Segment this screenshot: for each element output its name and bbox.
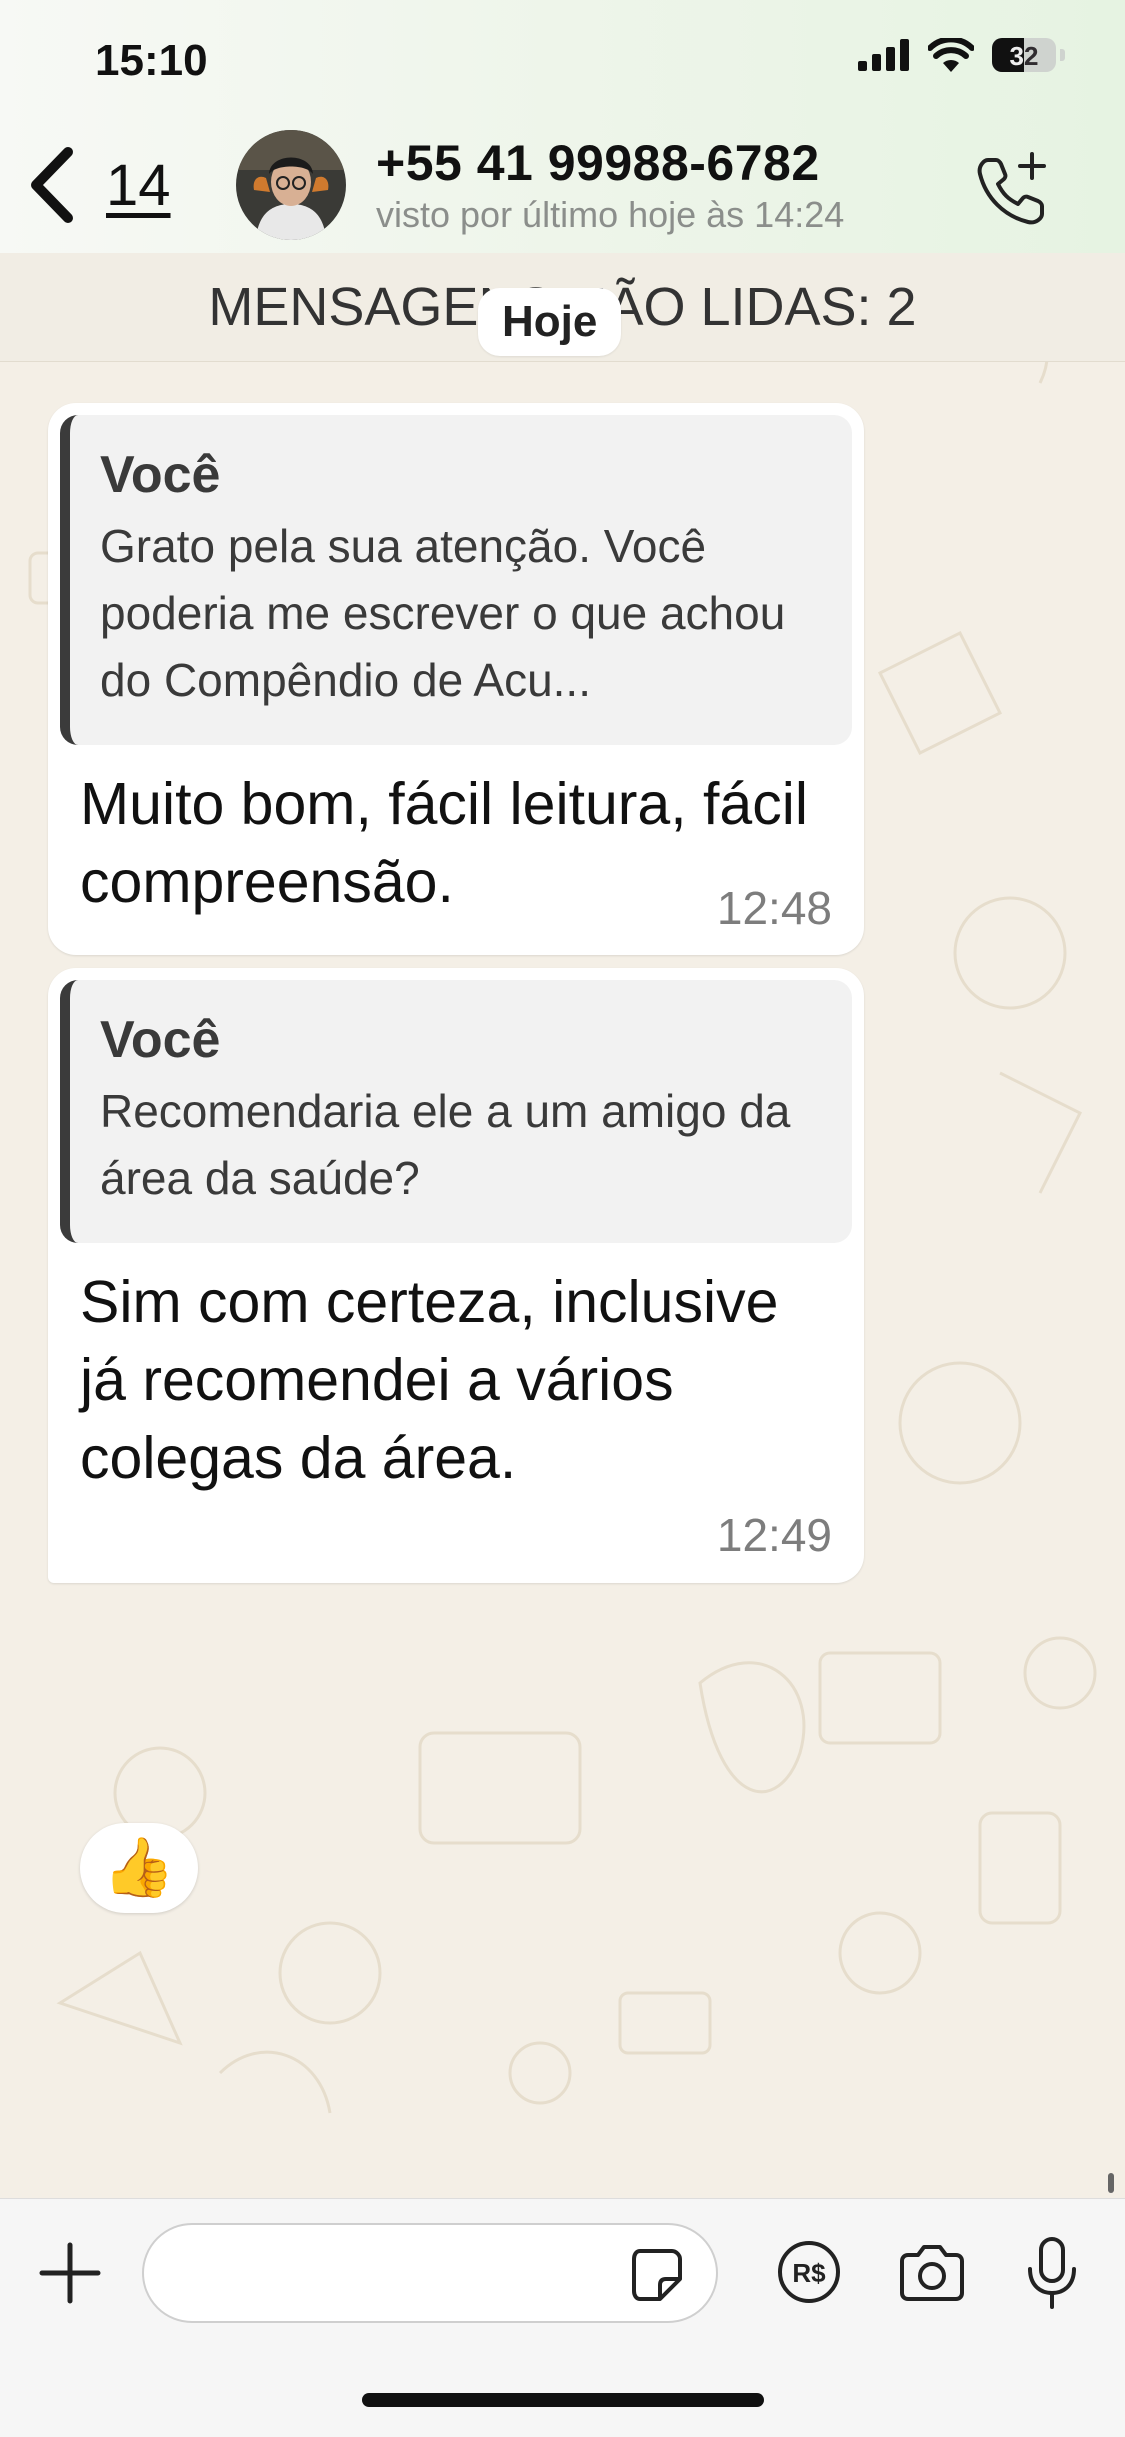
battery-level: 32 — [1009, 41, 1039, 71]
sticker-icon[interactable] — [626, 2245, 686, 2305]
day-separator: Hoje — [478, 288, 622, 356]
payment-icon[interactable]: R$ — [776, 2239, 842, 2305]
last-seen-status: visto por último hoje às 14:24 — [376, 194, 845, 235]
chat-area[interactable]: MENSAGENS NÃO LIDAS: 2 Hoje Você Grato p… — [0, 253, 1125, 2198]
wifi-icon — [928, 38, 974, 72]
status-bar: 15:10 32 — [0, 0, 1125, 120]
quote-text: Grato pela sua atenção. Você poderia me … — [100, 520, 786, 706]
message-time: 12:49 — [716, 1509, 832, 1561]
avatar[interactable] — [236, 130, 346, 240]
quoted-reply[interactable]: Você Grato pela sua atenção. Você poderi… — [60, 415, 852, 745]
status-time: 15:10 — [95, 36, 208, 85]
message-input-bar: R$ — [0, 2198, 1125, 2437]
camera-icon[interactable] — [896, 2243, 968, 2303]
add-call-icon[interactable] — [972, 150, 1052, 230]
battery-cap — [1060, 49, 1065, 61]
quote-author: Você — [100, 446, 221, 504]
status-icons: 32 — [858, 38, 1065, 72]
home-indicator[interactable] — [362, 2393, 764, 2407]
battery-icon: 32 — [992, 38, 1056, 72]
contact-name[interactable]: +55 41 99988-6782 — [376, 134, 820, 192]
quote-text: Recomendaria ele a um amigo da área da s… — [100, 1085, 791, 1204]
message-text: Sim com certeza, inclusive já recomendei… — [80, 1269, 779, 1491]
quoted-reply[interactable]: Você Recomendaria ele a um amigo da área… — [60, 980, 852, 1243]
chat-header: 14 +55 41 99988-6782 visto por último ho… — [0, 120, 1125, 254]
microphone-icon[interactable] — [1024, 2235, 1080, 2311]
svg-text:R$: R$ — [792, 2258, 826, 2288]
scrollbar[interactable] — [1108, 2173, 1114, 2193]
thumbs-up-reaction[interactable]: 👍 — [80, 1823, 198, 1913]
message-bubble[interactable]: Você Grato pela sua atenção. Você poderi… — [48, 403, 864, 955]
back-unread-count[interactable]: 14 — [106, 152, 171, 219]
cellular-signal-icon — [858, 39, 909, 71]
back-chevron-icon[interactable] — [22, 140, 82, 230]
message-time: 12:48 — [716, 882, 832, 934]
plus-icon[interactable] — [38, 2241, 102, 2305]
quote-author: Você — [100, 1011, 221, 1069]
message-bubble[interactable]: Você Recomendaria ele a um amigo da área… — [48, 968, 864, 1583]
